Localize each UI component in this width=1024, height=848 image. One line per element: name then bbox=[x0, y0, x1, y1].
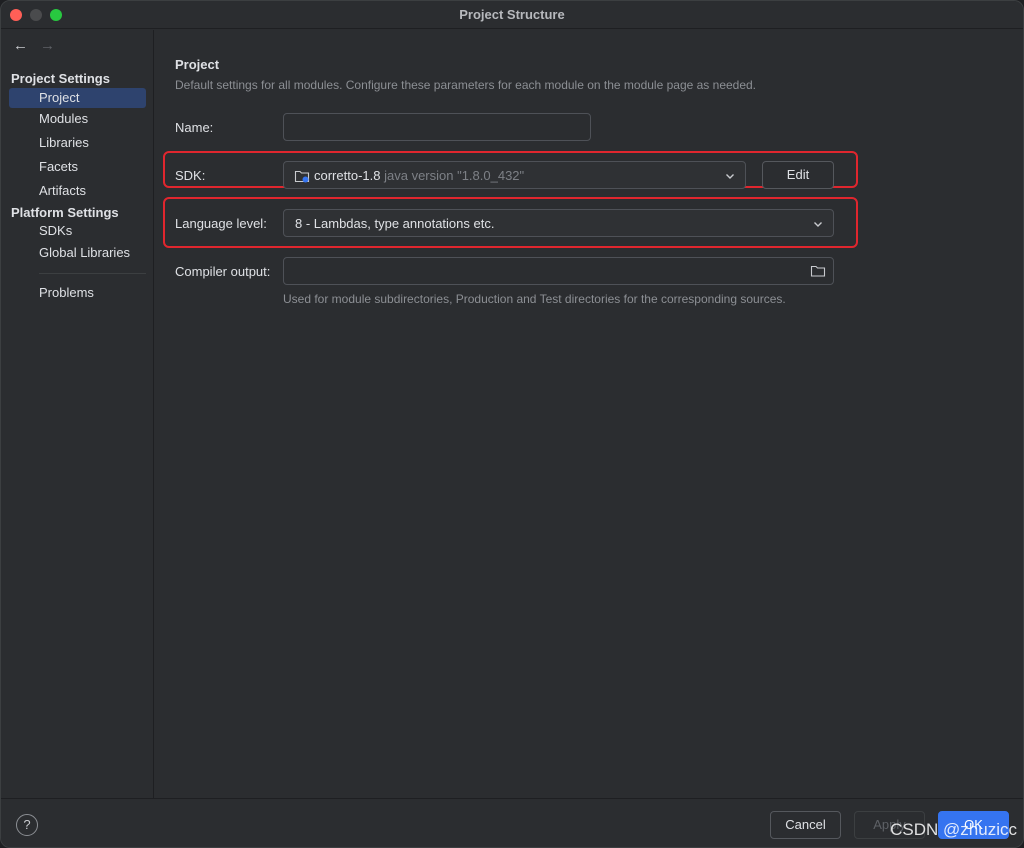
platform-settings-heading: Platform Settings bbox=[11, 205, 119, 220]
compiler-output-label: Compiler output: bbox=[175, 264, 271, 279]
sidebar-item-global-libraries[interactable]: Global Libraries bbox=[9, 243, 146, 263]
forward-arrow-icon[interactable]: → bbox=[40, 38, 55, 54]
sidebar-item-libraries[interactable]: Libraries bbox=[9, 133, 146, 153]
name-label: Name: bbox=[175, 120, 214, 135]
sidebar-item-problems[interactable]: Problems bbox=[9, 283, 146, 303]
help-button[interactable]: ? bbox=[16, 814, 38, 836]
page-title: Project bbox=[175, 57, 220, 72]
chevron-down-icon bbox=[814, 222, 822, 227]
browse-folder-icon[interactable] bbox=[810, 263, 826, 282]
sidebar: ← → Project Settings Project Modules Lib… bbox=[1, 30, 154, 798]
sdk-value: corretto-1.8 bbox=[314, 168, 381, 183]
csdn-watermark: CSDN @zhuzicc bbox=[890, 820, 1017, 839]
compiler-output-field[interactable] bbox=[283, 257, 834, 285]
back-arrow-icon[interactable]: ← bbox=[13, 38, 28, 54]
sdk-label: SDK: bbox=[175, 168, 206, 183]
chevron-down-icon bbox=[726, 174, 734, 179]
project-structure-window: Project Structure ← → Project Settings P… bbox=[0, 0, 1024, 848]
language-level-value: 8 - Lambdas, type annotations etc. bbox=[295, 216, 495, 231]
sidebar-item-project[interactable]: Project bbox=[9, 88, 146, 108]
window-title: Project Structure bbox=[459, 7, 565, 22]
sdk-edit-button[interactable]: Edit bbox=[762, 161, 834, 189]
sidebar-item-artifacts[interactable]: Artifacts bbox=[9, 181, 146, 201]
project-settings-heading: Project Settings bbox=[11, 71, 110, 86]
language-level-dropdown[interactable]: 8 - Lambdas, type annotations etc. bbox=[283, 209, 834, 237]
compiler-output-hint: Used for module subdirectories, Producti… bbox=[283, 292, 786, 306]
sdk-text: corretto-1.8 java version "1.8.0_432" bbox=[314, 168, 524, 183]
title-bar: Project Structure bbox=[1, 1, 1023, 29]
cancel-button[interactable]: Cancel bbox=[770, 811, 841, 839]
main-panel: Project Default settings for all modules… bbox=[155, 30, 1023, 798]
nav-arrows: ← → bbox=[13, 38, 55, 54]
sdk-dropdown[interactable]: corretto-1.8 java version "1.8.0_432" bbox=[283, 161, 746, 189]
dialog-footer: ? Cancel Apply OK bbox=[1, 798, 1023, 847]
sdk-detail: java version "1.8.0_432" bbox=[384, 168, 525, 183]
name-field[interactable] bbox=[283, 113, 591, 141]
page-description: Default settings for all modules. Config… bbox=[175, 78, 757, 92]
sidebar-item-sdks[interactable]: SDKs bbox=[9, 221, 146, 241]
sdk-folder-icon bbox=[294, 168, 310, 187]
sidebar-item-facets[interactable]: Facets bbox=[9, 157, 146, 177]
sidebar-divider bbox=[39, 273, 146, 274]
language-level-label: Language level: bbox=[175, 216, 267, 231]
sidebar-item-modules[interactable]: Modules bbox=[9, 109, 146, 129]
